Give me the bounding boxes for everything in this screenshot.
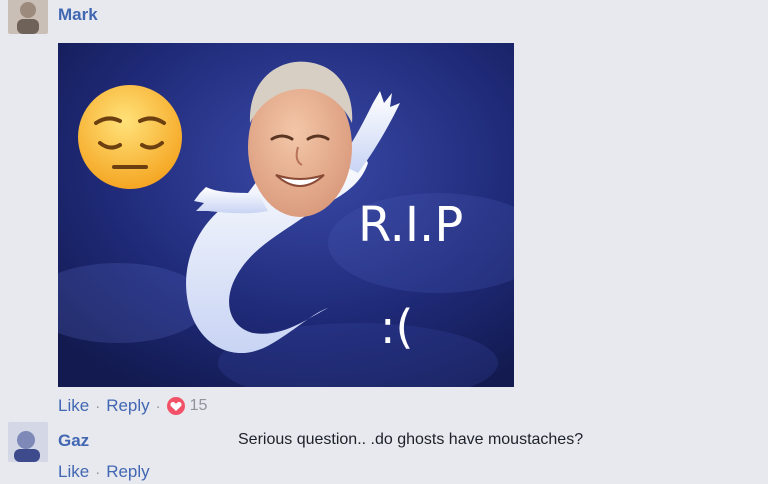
reply-button[interactable]: Reply [106,396,149,416]
comment-actions-gaz: Like · Reply [58,462,150,482]
reply-button[interactable]: Reply [106,462,149,482]
comment-actions-mark: Like · Reply · 15 [58,396,207,416]
like-button[interactable]: Like [58,396,89,416]
separator: · [155,397,161,415]
comment-author-mark[interactable]: Mark [58,5,98,25]
reaction-count: 15 [189,397,208,414]
pensive-face-emoji [78,85,182,189]
separator: · [95,397,101,415]
photo-caption-rip: R.I.P [358,197,463,253]
comment-photo[interactable]: R.I.P :( [58,43,514,387]
separator: · [95,463,101,481]
comment-author-gaz[interactable]: Gaz [58,431,89,451]
heart-reaction-icon [166,397,185,415]
photo-caption-frown: :( [380,300,413,354]
avatar-mark[interactable] [8,0,48,34]
comment-text-gaz: Serious question.. .do ghosts have moust… [238,431,584,448]
like-button[interactable]: Like [58,462,89,482]
avatar-gaz[interactable] [8,422,48,462]
reaction-summary[interactable]: 15 [166,397,208,415]
